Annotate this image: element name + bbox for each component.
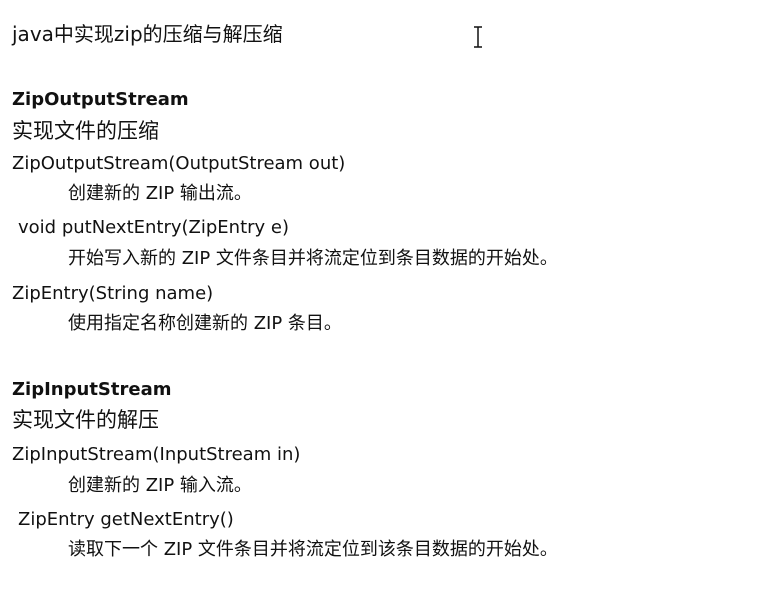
method-signature: ZipInputStream(InputStream in) [12, 444, 301, 465]
section-description: 实现文件的压缩 [12, 119, 159, 143]
method-signature: void putNextEntry(ZipEntry e) [18, 217, 290, 238]
method-signature: ZipOutputStream(OutputStream out) [12, 153, 346, 174]
method-signature: ZipEntry(String name) [12, 283, 214, 304]
method-note: 创建新的 ZIP 输出流。 [68, 183, 252, 204]
text-cursor-icon [474, 26, 482, 48]
page-title: java中实现zip的压缩与解压缩 [12, 22, 283, 46]
method-note: 开始写入新的 ZIP 文件条目并将流定位到条目数据的开始处。 [68, 248, 558, 269]
method-note: 创建新的 ZIP 输入流。 [68, 475, 252, 496]
method-note: 使用指定名称创建新的 ZIP 条目。 [68, 313, 342, 334]
method-signature: ZipEntry getNextEntry() [18, 509, 234, 530]
section-description: 实现文件的解压 [12, 408, 159, 432]
section-heading: ZipOutputStream [12, 89, 189, 110]
method-note: 读取下一个 ZIP 文件条目并将流定位到该条目数据的开始处。 [68, 539, 558, 560]
section-heading: ZipInputStream [12, 379, 172, 400]
